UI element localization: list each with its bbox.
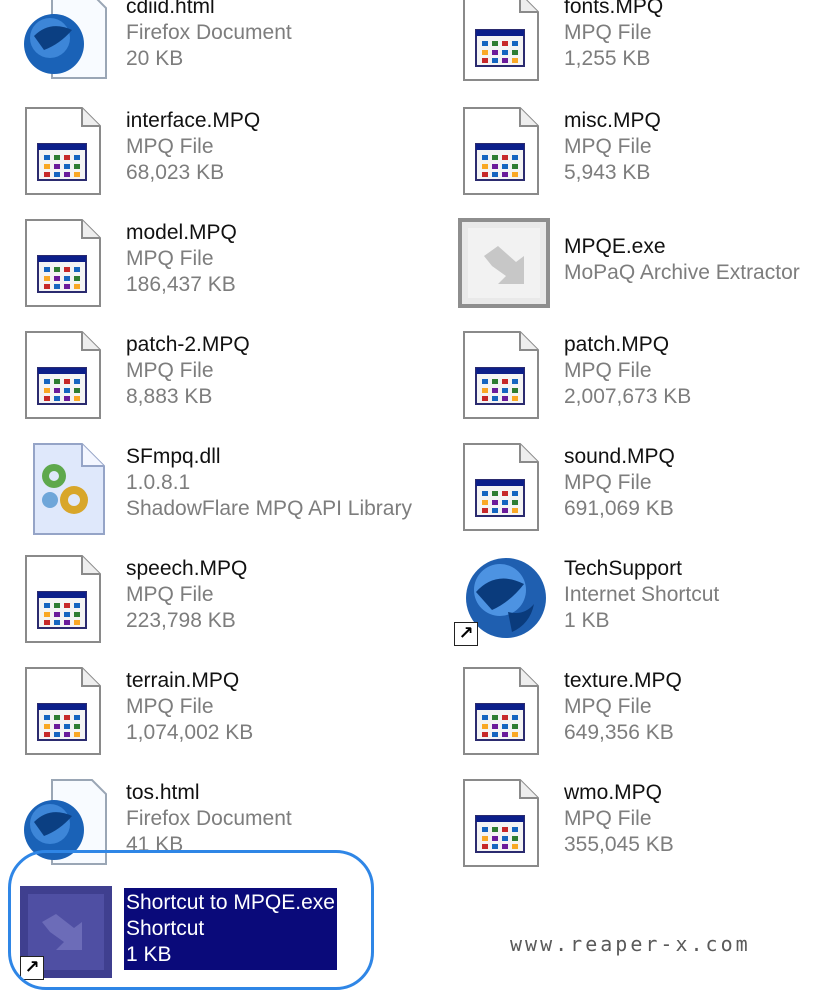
- file-type: MPQ File: [126, 359, 214, 382]
- file-size: 1,255 KB: [564, 47, 651, 70]
- mpq-file-icon: [20, 106, 112, 200]
- file-size: 1,074,002 KB: [126, 721, 254, 744]
- file-description: ShadowFlare MPQ API Library: [126, 497, 412, 520]
- file-name: interface.MPQ: [126, 109, 261, 132]
- file-list: cdiid.html Firefox Document 20 KB fonts.…: [0, 0, 817, 993]
- file-type: MPQ File: [564, 471, 652, 494]
- file-name: fonts.MPQ: [564, 0, 664, 18]
- file-size: 186,437 KB: [126, 273, 236, 296]
- file-type: Firefox Document: [126, 807, 292, 830]
- shortcut-arrow-icon: ↗: [454, 622, 478, 646]
- mpq-file-icon: [458, 106, 550, 200]
- file-item[interactable]: sound.MPQ MPQ File 691,069 KB: [446, 440, 817, 540]
- file-type: Firefox Document: [126, 21, 292, 44]
- file-text: SFmpq.dll 1.0.8.1 ShadowFlare MPQ API Li…: [126, 444, 412, 522]
- file-text: patch-2.MPQ MPQ File 8,883 KB: [126, 332, 250, 410]
- file-text: wmo.MPQ MPQ File 355,045 KB: [564, 780, 674, 858]
- mpq-file-icon: [458, 442, 550, 536]
- file-item[interactable]: interface.MPQ MPQ File 68,023 KB: [8, 104, 408, 204]
- file-text: sound.MPQ MPQ File 691,069 KB: [564, 444, 675, 522]
- file-text: model.MPQ MPQ File 186,437 KB: [126, 220, 237, 298]
- file-text: tos.html Firefox Document 41 KB: [126, 780, 292, 858]
- exe-app-icon: [458, 218, 550, 312]
- mpq-file-icon: [20, 330, 112, 424]
- mpq-file-icon: [20, 666, 112, 760]
- file-item[interactable]: patch.MPQ MPQ File 2,007,673 KB: [446, 328, 817, 428]
- file-size: 8,883 KB: [126, 385, 213, 408]
- file-text: texture.MPQ MPQ File 649,356 KB: [564, 668, 682, 746]
- file-text: speech.MPQ MPQ File 223,798 KB: [126, 556, 247, 634]
- file-name: patch.MPQ: [564, 333, 670, 356]
- file-type: MPQ File: [126, 247, 214, 270]
- file-type: MPQ File: [126, 583, 214, 606]
- file-description: MoPaQ Archive Extractor: [564, 261, 800, 284]
- file-type: MPQ File: [564, 135, 652, 158]
- file-name: tos.html: [126, 781, 200, 804]
- file-text: fonts.MPQ MPQ File 1,255 KB: [564, 0, 663, 72]
- file-size: 20 KB: [126, 47, 184, 70]
- mpq-file-icon: [20, 218, 112, 312]
- file-size: 2,007,673 KB: [564, 385, 692, 408]
- highlight-circle: [8, 850, 374, 990]
- mpq-file-icon: [20, 554, 112, 648]
- file-type: MPQ File: [564, 359, 652, 382]
- file-size: 223,798 KB: [126, 609, 236, 632]
- html-document-icon: [20, 0, 112, 86]
- file-text: interface.MPQ MPQ File 68,023 KB: [126, 108, 260, 186]
- file-size: 649,356 KB: [564, 721, 674, 744]
- mpq-file-icon: [458, 666, 550, 760]
- file-name: cdiid.html: [126, 0, 215, 18]
- file-item[interactable]: terrain.MPQ MPQ File 1,074,002 KB: [8, 664, 408, 764]
- watermark: www.reaper-x.com: [510, 932, 751, 956]
- mpq-file-icon: [458, 0, 550, 86]
- file-type: MPQ File: [126, 135, 214, 158]
- file-type: MPQ File: [564, 807, 652, 830]
- file-name: SFmpq.dll: [126, 445, 221, 468]
- file-item[interactable]: texture.MPQ MPQ File 649,356 KB: [446, 664, 817, 764]
- file-item[interactable]: patch-2.MPQ MPQ File 8,883 KB: [8, 328, 408, 428]
- file-item[interactable]: ↗ TechSupport Internet Shortcut 1 KB: [446, 552, 817, 652]
- globe-shortcut-icon: ↗: [454, 554, 550, 648]
- file-text: patch.MPQ MPQ File 2,007,673 KB: [564, 332, 691, 410]
- dll-gear-icon: [20, 442, 112, 536]
- file-text: MPQE.exe MoPaQ Archive Extractor: [564, 234, 800, 286]
- file-item[interactable]: fonts.MPQ MPQ File 1,255 KB: [446, 0, 817, 90]
- file-text: cdiid.html Firefox Document 20 KB: [126, 0, 292, 72]
- file-type: MPQ File: [126, 695, 214, 718]
- file-version: 1.0.8.1: [126, 471, 191, 494]
- file-size: 5,943 KB: [564, 161, 651, 184]
- file-name: model.MPQ: [126, 221, 237, 244]
- file-name: speech.MPQ: [126, 557, 248, 580]
- file-name: TechSupport: [564, 557, 682, 580]
- file-type: MPQ File: [564, 21, 652, 44]
- file-name: MPQE.exe: [564, 235, 666, 258]
- file-item[interactable]: misc.MPQ MPQ File 5,943 KB: [446, 104, 817, 204]
- file-type: MPQ File: [564, 695, 652, 718]
- file-name: terrain.MPQ: [126, 669, 240, 692]
- file-item[interactable]: model.MPQ MPQ File 186,437 KB: [8, 216, 408, 316]
- file-name: wmo.MPQ: [564, 781, 663, 804]
- file-item[interactable]: MPQE.exe MoPaQ Archive Extractor: [446, 216, 817, 316]
- mpq-file-icon: [458, 778, 550, 872]
- file-name: misc.MPQ: [564, 109, 661, 132]
- file-item[interactable]: SFmpq.dll 1.0.8.1 ShadowFlare MPQ API Li…: [8, 440, 412, 540]
- file-size: 68,023 KB: [126, 161, 225, 184]
- file-text: terrain.MPQ MPQ File 1,074,002 KB: [126, 668, 253, 746]
- file-name: texture.MPQ: [564, 669, 682, 692]
- file-type: Internet Shortcut: [564, 583, 720, 606]
- file-size: 355,045 KB: [564, 833, 674, 856]
- file-item[interactable]: wmo.MPQ MPQ File 355,045 KB: [446, 776, 817, 876]
- file-text: misc.MPQ MPQ File 5,943 KB: [564, 108, 661, 186]
- file-item[interactable]: speech.MPQ MPQ File 223,798 KB: [8, 552, 408, 652]
- mpq-file-icon: [458, 330, 550, 424]
- file-text: TechSupport Internet Shortcut 1 KB: [564, 556, 719, 634]
- file-name: sound.MPQ: [564, 445, 675, 468]
- file-name: patch-2.MPQ: [126, 333, 250, 356]
- file-size: 691,069 KB: [564, 497, 674, 520]
- file-item[interactable]: cdiid.html Firefox Document 20 KB: [8, 0, 408, 90]
- file-size: 1 KB: [564, 609, 610, 632]
